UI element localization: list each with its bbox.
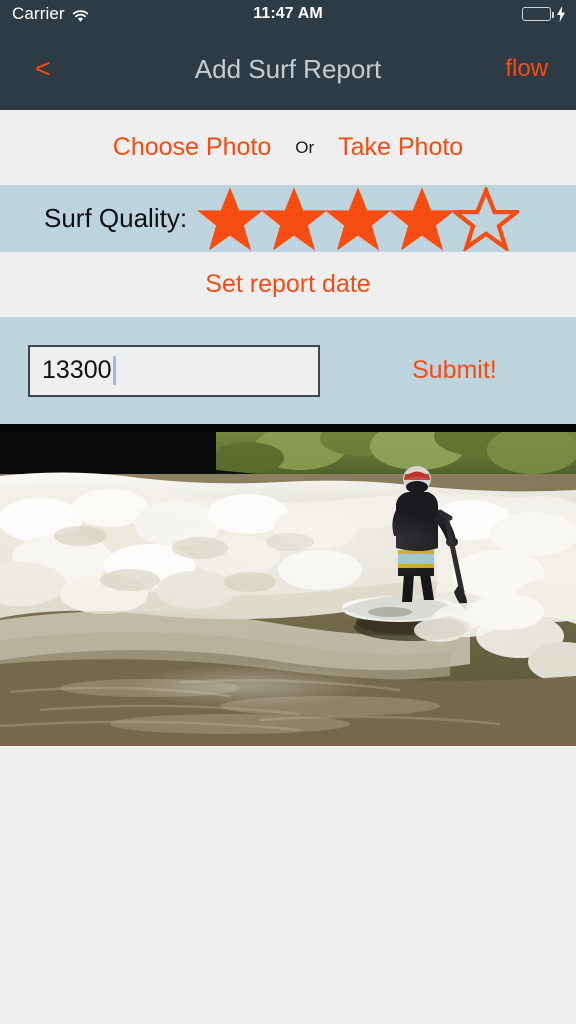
star-icon-3[interactable] <box>325 186 392 251</box>
photo-preview[interactable] <box>0 424 576 746</box>
choose-photo-button[interactable]: Choose Photo <box>107 129 277 166</box>
flow-input-value: 13300 <box>42 356 112 384</box>
star-icon-1[interactable] <box>197 186 264 251</box>
page-title: Add Surf Report <box>194 53 382 84</box>
empty-bottom-area <box>0 746 576 1024</box>
surf-quality-row: Surf Quality: <box>0 185 576 252</box>
status-bar: Carrier 11:47 AM <box>0 0 576 28</box>
report-date-row: Set report date <box>0 252 576 317</box>
surf-quality-label: Surf Quality: <box>44 203 188 233</box>
lightning-bolt-icon <box>556 6 566 22</box>
star-rating[interactable] <box>197 186 520 251</box>
flow-button[interactable]: flow <box>499 51 554 87</box>
submit-row: 13300 Submit! <box>0 317 576 424</box>
photo-source-row: Choose Photo Or Take Photo <box>0 110 576 185</box>
take-photo-button[interactable]: Take Photo <box>332 129 469 166</box>
or-label: Or <box>295 137 315 157</box>
submit-button[interactable]: Submit! <box>406 352 503 389</box>
star-icon-2[interactable] <box>261 186 328 251</box>
app-screen: Carrier 11:47 AM < Add Surf Report flow … <box>0 0 576 1024</box>
star-icon-4[interactable] <box>389 186 456 251</box>
status-bar-right <box>522 6 566 22</box>
navigation-bar: < Add Surf Report flow <box>0 28 576 110</box>
surf-photo-image <box>0 424 576 746</box>
back-button[interactable]: < <box>25 50 61 89</box>
status-bar-time: 11:47 AM <box>253 5 323 22</box>
flow-input[interactable]: 13300 <box>28 344 320 397</box>
text-cursor <box>112 356 116 385</box>
set-report-date-button[interactable]: Set report date <box>197 266 378 303</box>
battery-full-icon <box>522 7 554 21</box>
star-icon-5[interactable] <box>453 186 520 251</box>
